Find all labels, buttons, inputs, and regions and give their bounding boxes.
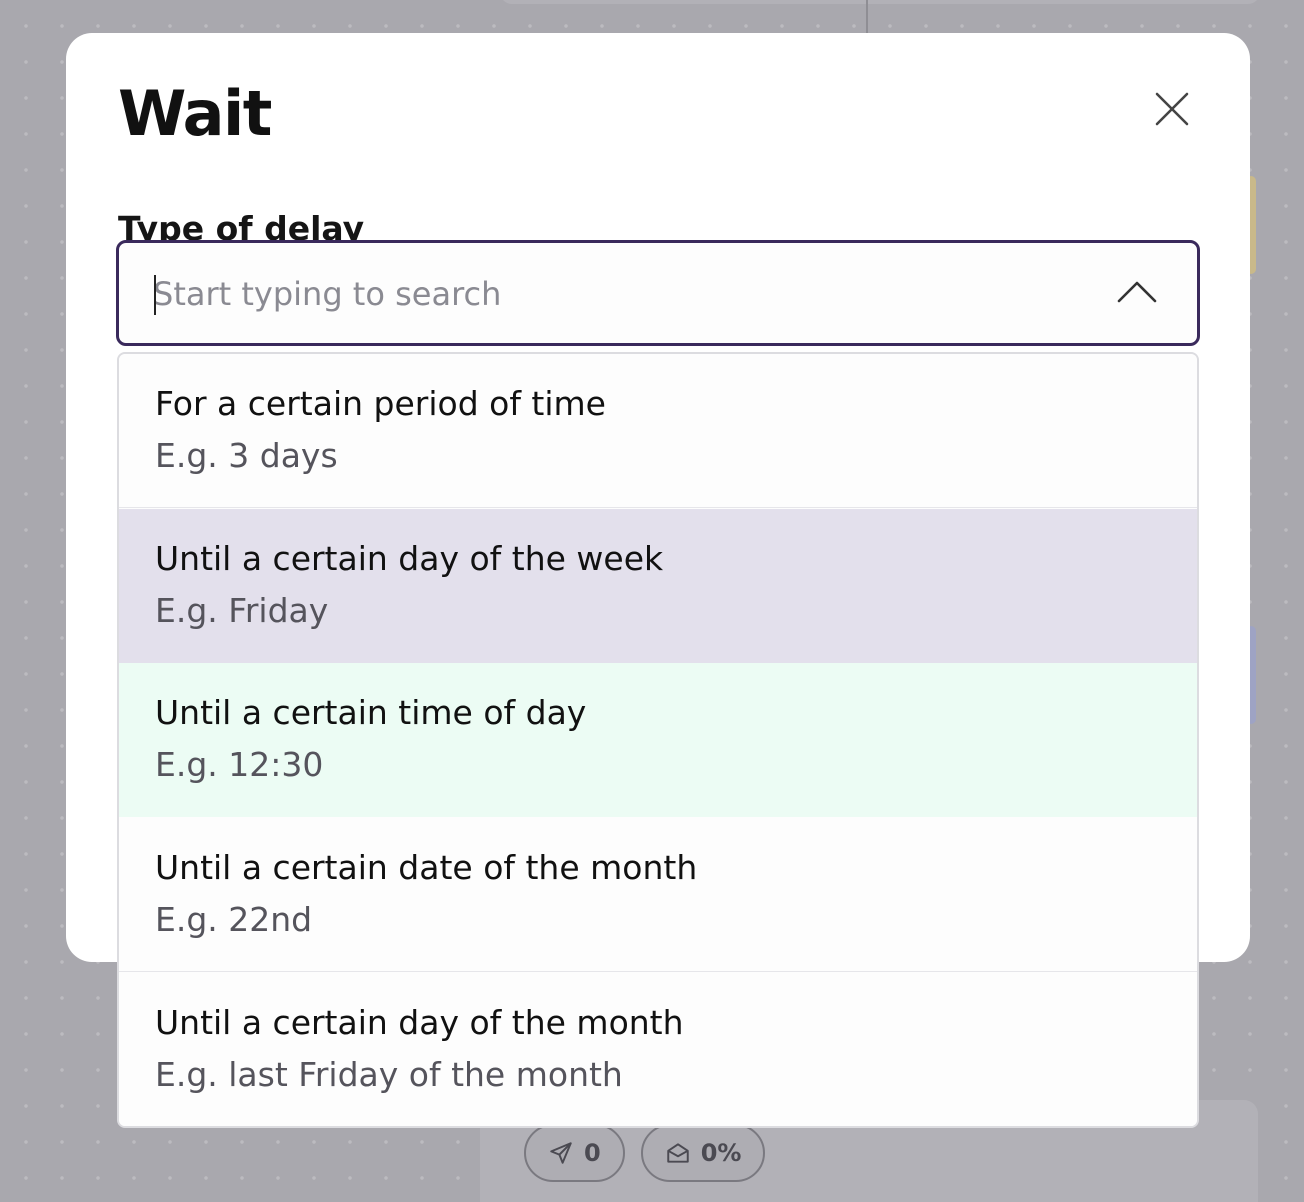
option-title: Until a certain day of the month	[155, 1003, 684, 1042]
option-title: Until a certain date of the month	[155, 848, 698, 887]
text-cursor	[154, 275, 156, 315]
sent-count-pill: 0	[524, 1124, 625, 1182]
option-example: E.g. last Friday of the month	[155, 1055, 623, 1094]
option-title: For a certain period of time	[155, 384, 606, 423]
option-example: E.g. 3 days	[155, 436, 338, 475]
paper-plane-icon	[550, 1142, 572, 1164]
background-node-top	[500, 0, 1260, 4]
sent-count: 0	[584, 1139, 601, 1167]
delay-type-dropdown: For a certain period of time E.g. 3 days…	[117, 352, 1199, 1128]
option-example: E.g. 12:30	[155, 745, 324, 784]
delay-type-search-input[interactable]	[153, 265, 1073, 323]
option-title: Until a certain time of day	[155, 693, 587, 732]
delay-type-select[interactable]	[116, 240, 1200, 346]
option-example: E.g. Friday	[155, 591, 329, 630]
background-stats-row: 0 0%	[524, 1124, 766, 1182]
option-time-of-day[interactable]: Until a certain time of day E.g. 12:30	[119, 663, 1197, 817]
option-day-of-month[interactable]: Until a certain day of the month E.g. la…	[119, 973, 1197, 1126]
open-rate-pill: 0%	[640, 1124, 766, 1182]
background-connector	[866, 0, 868, 33]
envelope-open-icon	[666, 1143, 689, 1163]
open-rate: 0%	[700, 1139, 742, 1167]
option-example: E.g. 22nd	[155, 900, 313, 939]
chevron-up-icon[interactable]	[1115, 273, 1159, 307]
option-title: Until a certain day of the week	[155, 539, 664, 578]
modal-title: Wait	[118, 77, 272, 150]
option-day-of-week[interactable]: Until a certain day of the week E.g. Fri…	[119, 509, 1197, 663]
option-date-of-month[interactable]: Until a certain date of the month E.g. 2…	[119, 818, 1197, 972]
close-button[interactable]	[1152, 89, 1192, 129]
option-period-of-time[interactable]: For a certain period of time E.g. 3 days	[119, 354, 1197, 508]
close-icon	[1155, 92, 1189, 126]
